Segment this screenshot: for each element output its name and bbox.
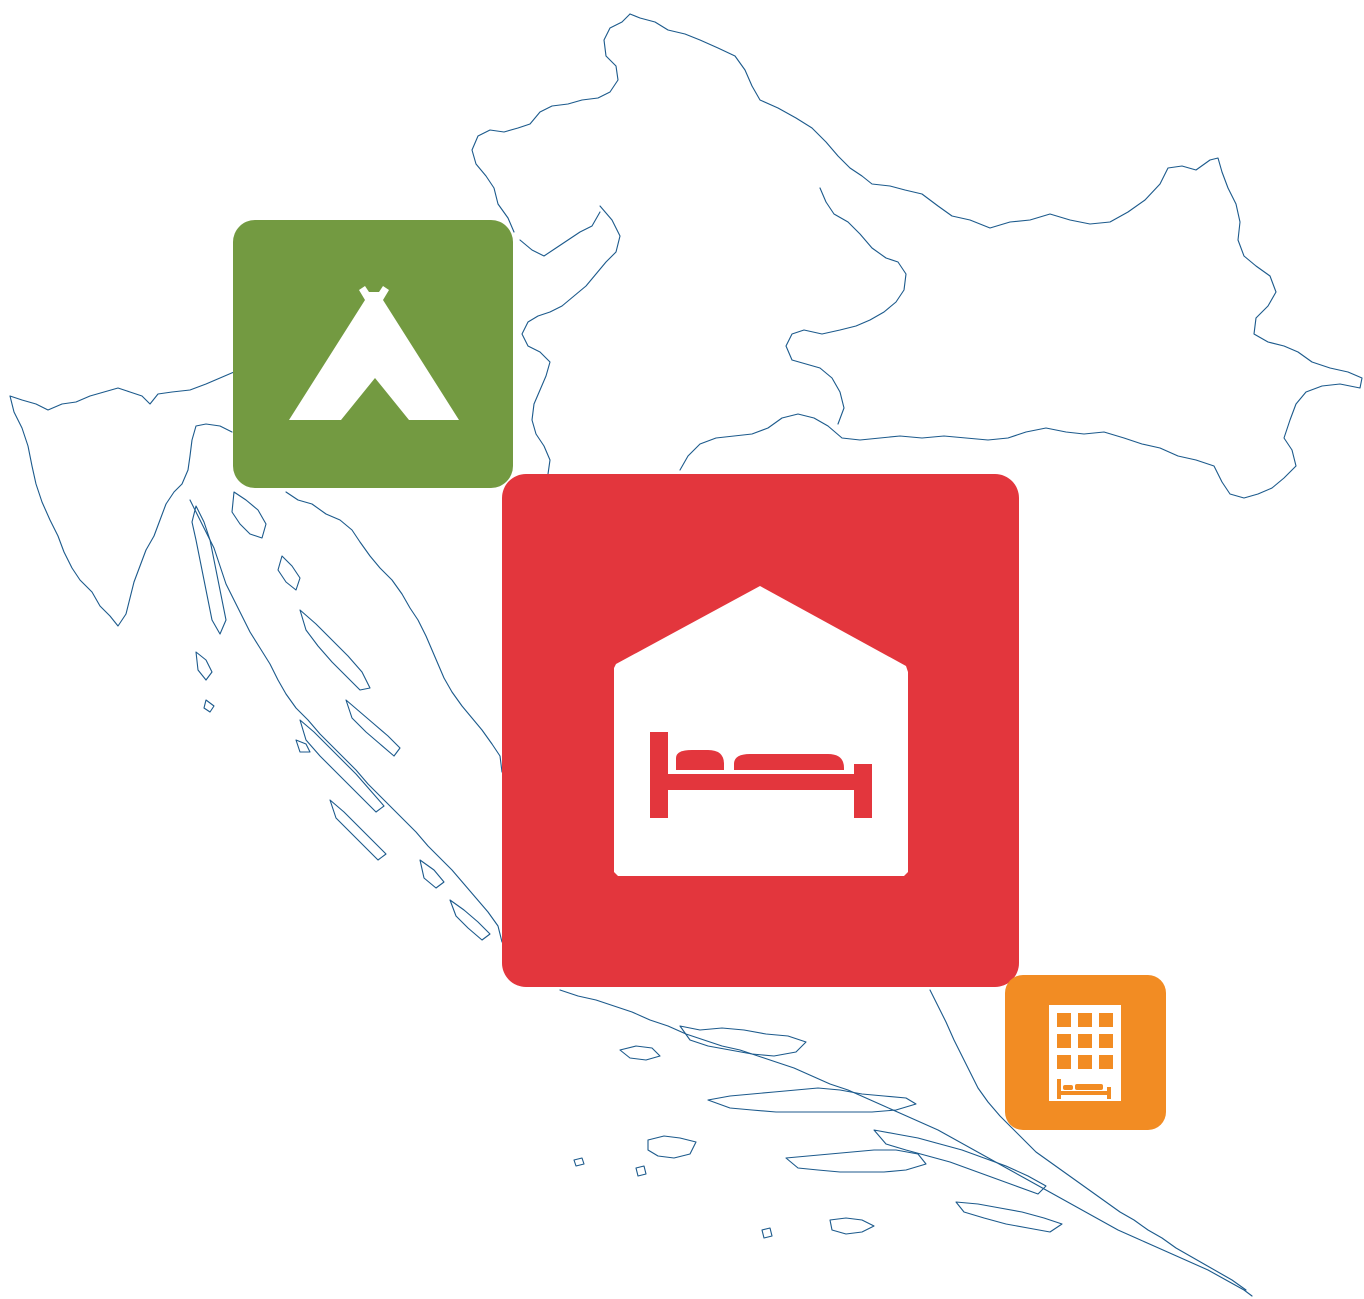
island-small-2-outline — [203, 699, 215, 713]
dalmatian-coast-outline — [189, 499, 503, 943]
island-korcula-outline — [785, 1149, 927, 1173]
island-pag-outline — [299, 609, 371, 691]
house-bed-icon — [614, 586, 908, 876]
island-lastovo-outline — [829, 1217, 875, 1235]
accommodation-marker[interactable] — [502, 474, 1019, 987]
kupa-outline — [521, 205, 621, 475]
tent-icon — [289, 286, 459, 420]
continental-outline — [629, 13, 1363, 499]
island-small-6-outline — [573, 1157, 585, 1167]
window-grid — [1057, 1013, 1113, 1069]
island-ugljan-outline — [345, 699, 401, 757]
island-dugi-outline — [299, 719, 385, 813]
island-small-4-outline — [419, 859, 445, 889]
island-small-1-outline — [195, 651, 213, 681]
island-solta-outline — [619, 1045, 661, 1061]
bosnia-border-outline — [285, 491, 503, 773]
river-outline — [519, 211, 601, 257]
peljesac-outline — [873, 1129, 1047, 1195]
hotel-building-icon — [1049, 1005, 1121, 1101]
camping-marker[interactable] — [233, 220, 513, 488]
northwest-outline — [471, 13, 631, 233]
island-krk-outline — [231, 491, 267, 539]
island-mljet-outline — [955, 1201, 1063, 1233]
hotel-marker[interactable] — [1005, 975, 1166, 1130]
zagreb-border-outline — [785, 187, 907, 425]
island-hvar-outline — [707, 1087, 917, 1113]
island-vis-outline — [647, 1135, 697, 1159]
island-small-5-outline — [449, 899, 491, 941]
istria-outline — [9, 371, 235, 627]
island-small-8-outline — [761, 1227, 773, 1239]
island-kornati-outline — [329, 799, 387, 861]
island-small-7-outline — [635, 1165, 647, 1177]
island-rab-outline — [277, 555, 301, 591]
